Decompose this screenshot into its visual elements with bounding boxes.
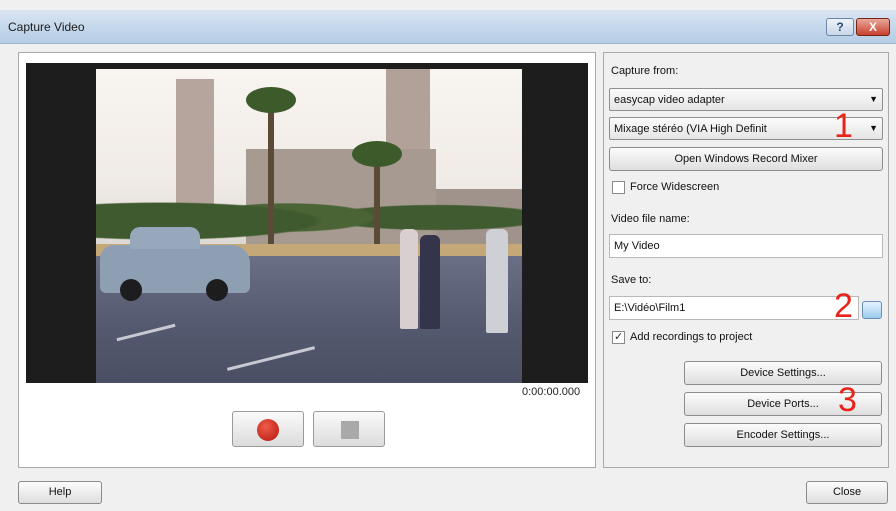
add-recordings-label: Add recordings to project: [630, 331, 753, 343]
car-roof: [130, 227, 200, 249]
audio-source-value: Mixage stéréo (VIA High Definit: [614, 123, 767, 135]
title-help-button[interactable]: ?: [826, 18, 854, 36]
close-button[interactable]: Close: [806, 481, 888, 504]
pedestrian: [420, 235, 440, 329]
chevron-down-icon: ▼: [869, 123, 878, 133]
add-recordings-checkbox[interactable]: [612, 330, 625, 344]
palm-trunk: [268, 99, 274, 249]
car-wheel: [120, 279, 142, 301]
video-source-value: easycap video adapter: [614, 94, 725, 106]
video-file-name-label: Video file name:: [611, 213, 690, 225]
annotation-number-2: 2: [834, 287, 853, 325]
question-icon: ?: [836, 20, 844, 34]
palm-crown: [352, 141, 402, 167]
palm-crown: [246, 87, 296, 113]
capture-video-window: Capture Video ? X 0:00:00.000 Capture fr…: [0, 0, 896, 511]
video-preview: [26, 63, 588, 383]
pedestrian: [400, 229, 418, 329]
force-widescreen-checkbox[interactable]: [612, 181, 625, 194]
record-icon: [257, 419, 279, 441]
force-widescreen-label: Force Widescreen: [630, 181, 720, 193]
preview-panel: 0:00:00.000: [18, 52, 596, 468]
title-close-button[interactable]: X: [856, 18, 890, 36]
video-frame-image: [96, 69, 522, 383]
save-to-label: Save to:: [611, 274, 652, 286]
video-file-name-value: My Video: [614, 240, 660, 252]
timecode: 0:00:00.000: [522, 386, 581, 398]
settings-panel: Capture from: easycap video adapter ▼ Mi…: [603, 52, 889, 468]
help-button[interactable]: Help: [18, 481, 102, 504]
car-wheel: [206, 279, 228, 301]
capture-from-label: Capture from:: [611, 65, 679, 77]
browse-folder-button[interactable]: [862, 301, 882, 319]
encoder-settings-button[interactable]: Encoder Settings...: [684, 423, 882, 447]
save-to-input[interactable]: E:\Vidéo\Film1: [609, 296, 859, 320]
video-file-name-input[interactable]: My Video: [609, 234, 883, 258]
window-title: Capture Video: [8, 20, 85, 34]
open-record-mixer-button[interactable]: Open Windows Record Mixer: [609, 147, 883, 171]
save-to-value: E:\Vidéo\Film1: [614, 302, 686, 314]
record-button[interactable]: [232, 411, 304, 447]
pedestrian: [486, 229, 508, 333]
annotation-number-3: 3: [838, 381, 857, 419]
chevron-down-icon: ▼: [869, 94, 878, 104]
annotation-number-1: 1: [834, 107, 853, 145]
title-bar[interactable]: Capture Video ? X: [0, 10, 896, 44]
stop-icon: [341, 421, 359, 439]
car: [100, 227, 250, 301]
stop-button[interactable]: [313, 411, 385, 447]
close-icon: X: [868, 20, 877, 34]
